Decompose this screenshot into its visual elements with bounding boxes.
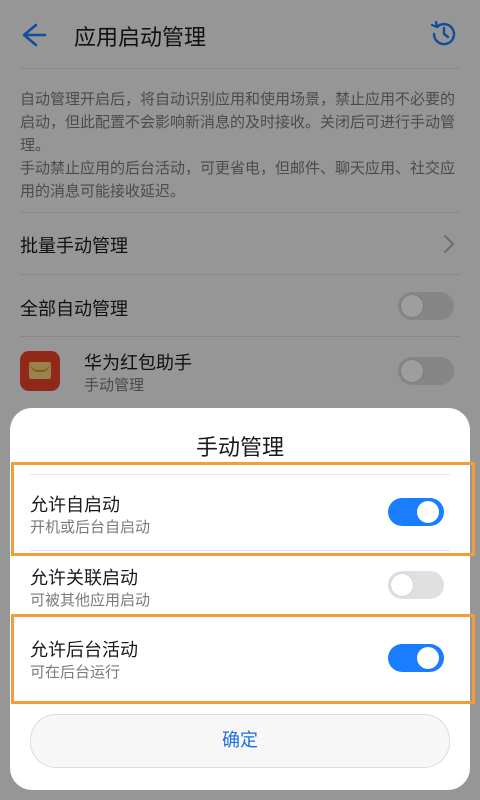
option-divider xyxy=(30,550,450,551)
allow-linked-start-switch[interactable] xyxy=(388,571,444,599)
manual-manage-dialog: 手动管理 允许自启动 开机或后台自启动 允许关联启动 可被其他应用启动 允许后台… xyxy=(10,408,475,790)
highlight-box xyxy=(11,462,475,556)
dialog-title: 手动管理 xyxy=(195,436,284,461)
confirm-button[interactable]: 确定 xyxy=(30,714,450,768)
highlight-box xyxy=(11,614,475,704)
option-subtitle: 可被其他应用启动 xyxy=(30,591,151,609)
option-title: 允许关联启动 xyxy=(30,568,138,589)
